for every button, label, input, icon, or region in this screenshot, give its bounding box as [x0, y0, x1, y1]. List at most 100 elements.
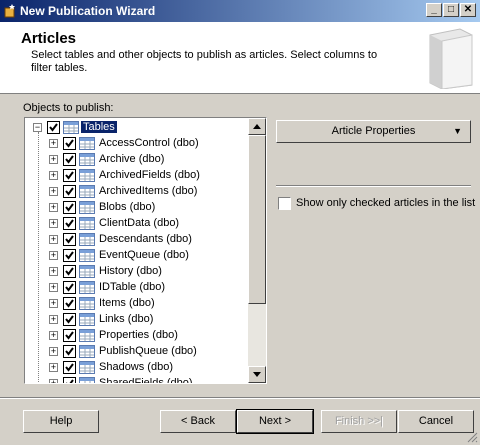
back-button[interactable]: < Back — [160, 410, 236, 433]
tree-item[interactable]: + Items (dbo) — [25, 296, 248, 312]
scroll-up-button[interactable] — [248, 118, 266, 135]
checkbox-checked-icon[interactable] — [47, 121, 60, 134]
checkbox-checked-icon[interactable] — [63, 249, 76, 262]
tree-item-label: EventQueue (dbo) — [99, 249, 189, 261]
expand-icon[interactable]: + — [49, 315, 58, 324]
tree-item[interactable]: + ClientData (dbo) — [25, 216, 248, 232]
checkbox-checked-icon[interactable] — [63, 137, 76, 150]
table-icon — [79, 281, 95, 294]
title-bar: New Publication Wizard _ □ ✕ — [0, 0, 480, 22]
expand-icon[interactable]: + — [49, 235, 58, 244]
expand-icon[interactable]: + — [49, 203, 58, 212]
table-icon — [63, 121, 79, 134]
table-icon — [79, 345, 95, 358]
page-title: Articles — [21, 30, 77, 47]
expand-icon[interactable]: + — [49, 379, 58, 383]
objects-to-publish-label: Objects to publish: — [23, 102, 114, 114]
minimize-button[interactable]: _ — [426, 3, 442, 17]
checkbox-checked-icon[interactable] — [63, 297, 76, 310]
expand-icon[interactable]: + — [49, 299, 58, 308]
tree-item[interactable]: + Descendants (dbo) — [25, 232, 248, 248]
expand-icon[interactable]: + — [49, 155, 58, 164]
tree-item-label: ArchivedFields (dbo) — [99, 169, 200, 181]
table-icon — [79, 377, 95, 383]
expand-icon[interactable]: + — [49, 283, 58, 292]
tree-item-label: Archive (dbo) — [99, 153, 165, 165]
tree-item-label: ArchivedItems (dbo) — [99, 185, 198, 197]
tree-item-label: Shadows (dbo) — [99, 361, 173, 373]
checkbox-checked-icon[interactable] — [63, 377, 76, 383]
expand-icon[interactable]: + — [49, 219, 58, 228]
tree-scrollbar[interactable] — [248, 118, 266, 383]
maximize-button[interactable]: □ — [443, 3, 459, 17]
tree-item-label: Links (dbo) — [99, 313, 154, 325]
checkbox-checked-icon[interactable] — [63, 185, 76, 198]
expand-icon[interactable]: + — [49, 251, 58, 260]
objects-tree[interactable]: − Tables + AccessControl (dbo) + Archive (d… — [24, 117, 267, 384]
tree-item-label: PublishQueue (dbo) — [99, 345, 197, 357]
checkbox-checked-icon[interactable] — [63, 361, 76, 374]
finish-button[interactable]: Finish >>| — [321, 410, 397, 433]
article-properties-dropdown[interactable]: Article Properties ▼ — [276, 120, 471, 143]
checkbox-checked-icon[interactable] — [63, 281, 76, 294]
tree-item[interactable]: + Properties (dbo) — [25, 328, 248, 344]
tree-root-tables[interactable]: − Tables — [25, 120, 248, 136]
tree-item[interactable]: + Archive (dbo) — [25, 152, 248, 168]
checkbox-checked-icon[interactable] — [63, 313, 76, 326]
checkbox-checked-icon[interactable] — [63, 201, 76, 214]
table-icon — [79, 265, 95, 278]
scroll-thumb[interactable] — [248, 135, 266, 304]
book-icon — [429, 28, 473, 89]
tree-item[interactable]: + Links (dbo) — [25, 312, 248, 328]
tree-item-label: ClientData (dbo) — [99, 217, 180, 229]
table-icon — [79, 185, 95, 198]
resize-grip-icon[interactable] — [466, 431, 478, 443]
tree-item[interactable]: + PublishQueue (dbo) — [25, 344, 248, 360]
close-button[interactable]: ✕ — [460, 3, 476, 17]
tree-item[interactable]: + Blobs (dbo) — [25, 200, 248, 216]
expand-icon[interactable]: + — [49, 139, 58, 148]
help-button[interactable]: Help — [23, 410, 99, 433]
tree-list: − Tables + AccessControl (dbo) + Archive (d… — [25, 118, 248, 383]
tree-item-label: Items (dbo) — [99, 297, 155, 309]
cancel-button[interactable]: Cancel — [398, 410, 474, 433]
tree-item[interactable]: + ArchivedItems (dbo) — [25, 184, 248, 200]
dropdown-arrow-icon: ▼ — [453, 126, 462, 136]
tree-item-label: IDTable (dbo) — [99, 281, 166, 293]
collapse-icon[interactable]: − — [33, 123, 42, 132]
tree-item[interactable]: + AccessControl (dbo) — [25, 136, 248, 152]
expand-icon[interactable]: + — [49, 363, 58, 372]
expand-icon[interactable]: + — [49, 171, 58, 180]
tree-item-label: Blobs (dbo) — [99, 201, 156, 213]
checkbox-checked-icon[interactable] — [63, 217, 76, 230]
page-description: Select tables and other objects to publi… — [31, 49, 378, 74]
expand-icon[interactable]: + — [49, 347, 58, 356]
tree-item[interactable]: + ArchivedFields (dbo) — [25, 168, 248, 184]
expand-icon[interactable]: + — [49, 187, 58, 196]
next-button[interactable]: Next > — [236, 409, 314, 434]
tree-item[interactable]: + SharedFields (dbo) — [25, 376, 248, 383]
scroll-down-button[interactable] — [248, 366, 266, 383]
tree-item-label: AccessControl (dbo) — [99, 137, 199, 149]
expand-icon[interactable]: + — [49, 267, 58, 276]
checkbox-checked-icon[interactable] — [63, 169, 76, 182]
expand-icon[interactable]: + — [49, 331, 58, 340]
checkbox-checked-icon[interactable] — [63, 233, 76, 246]
checkbox-checked-icon[interactable] — [63, 329, 76, 342]
wizard-app-icon — [4, 4, 15, 18]
tree-item-label: History (dbo) — [99, 265, 162, 277]
table-icon — [79, 137, 95, 150]
tree-item[interactable]: + History (dbo) — [25, 264, 248, 280]
checkbox-checked-icon[interactable] — [63, 265, 76, 278]
tree-item[interactable]: + Shadows (dbo) — [25, 360, 248, 376]
tree-item-label: Properties (dbo) — [99, 329, 178, 341]
table-icon — [79, 201, 95, 214]
options-divider — [276, 185, 471, 187]
checkbox-checked-icon[interactable] — [63, 345, 76, 358]
tree-item-label: Descendants (dbo) — [99, 233, 192, 245]
show-checked-checkbox[interactable] — [278, 197, 291, 210]
table-icon — [79, 169, 95, 182]
tree-item[interactable]: + IDTable (dbo) — [25, 280, 248, 296]
tree-item[interactable]: + EventQueue (dbo) — [25, 248, 248, 264]
checkbox-checked-icon[interactable] — [63, 153, 76, 166]
